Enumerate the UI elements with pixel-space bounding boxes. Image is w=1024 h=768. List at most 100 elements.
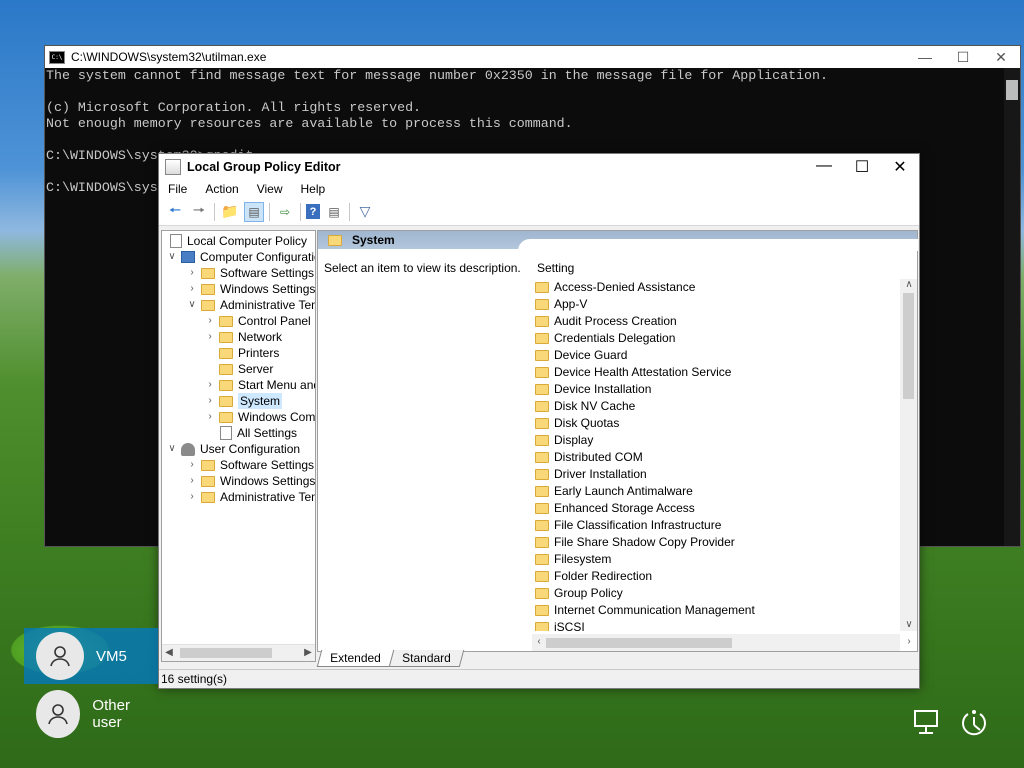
tree-item-windows-settings[interactable]: › Windows Settings (186, 281, 315, 297)
close-icon[interactable]: ✕ (881, 157, 919, 177)
list-item[interactable]: Enhanced Storage Access (532, 500, 917, 517)
list-item[interactable]: Group Policy (532, 585, 917, 602)
network-icon[interactable] (912, 708, 944, 738)
chevron-right-icon[interactable]: › (186, 281, 198, 297)
tree-item-control-panel[interactable]: › Control Panel (204, 313, 310, 329)
tree-item-computer-configuration[interactable]: ∨ Computer Configuration (166, 249, 315, 265)
tree-horizontal-scrollbar[interactable]: ◀ ▶ (162, 644, 315, 661)
list-item[interactable]: Driver Installation (532, 466, 917, 483)
help-icon[interactable]: ? (306, 204, 320, 219)
minimize-icon[interactable]: — (805, 157, 843, 177)
tree-item-administrative-templates[interactable]: ∨ Administrative Templates (186, 297, 315, 313)
tab-extended[interactable]: Extended (316, 650, 394, 667)
up-folder-icon[interactable]: 📁 (220, 202, 240, 222)
column-header-setting[interactable]: Setting (532, 253, 917, 279)
tree-item-user-software-settings[interactable]: › Software Settings (186, 457, 314, 473)
list-item-label: Access-Denied Assistance (554, 280, 696, 294)
list-item[interactable]: Credentials Delegation (532, 330, 917, 347)
list-item[interactable]: Display (532, 432, 917, 449)
back-arrow-icon[interactable]: 🠔 (165, 202, 185, 222)
tree-item-user-administrative-templates[interactable]: › Administrative Templates (186, 489, 315, 505)
cmd-scrollbar[interactable] (1004, 68, 1020, 546)
list-item[interactable]: File Classification Infrastructure (532, 517, 917, 534)
scroll-right-icon[interactable]: › (902, 634, 916, 650)
filter-icon[interactable]: ▽ (355, 202, 375, 222)
chevron-down-icon[interactable]: ∨ (166, 249, 178, 265)
tree-item-all-settings[interactable]: All Settings (204, 425, 297, 441)
folder-icon (201, 491, 215, 503)
tree-item-system[interactable]: › System (204, 393, 283, 409)
chevron-right-icon[interactable]: › (204, 313, 216, 329)
scroll-left-icon[interactable]: ‹ (532, 634, 546, 650)
list-item[interactable]: Early Launch Antimalware (532, 483, 917, 500)
menu-help[interactable]: Help (292, 182, 335, 196)
chevron-right-icon[interactable]: › (186, 473, 198, 489)
list-item[interactable]: Device Guard (532, 347, 917, 364)
chevron-down-icon[interactable]: ∨ (166, 441, 178, 457)
list-item[interactable]: Access-Denied Assistance (532, 279, 917, 296)
chevron-right-icon[interactable]: › (186, 457, 198, 473)
tree-item-user-configuration[interactable]: ∨ User Configuration (166, 441, 300, 457)
list-item[interactable]: Disk Quotas (532, 415, 917, 432)
tree-item-user-windows-settings[interactable]: › Windows Settings (186, 473, 315, 489)
tree-item-start-menu[interactable]: › Start Menu and Taskbar (204, 377, 315, 393)
user-name: VM5 (96, 647, 127, 665)
menu-file[interactable]: File (159, 182, 196, 196)
scroll-left-icon[interactable]: ◀ (162, 645, 176, 661)
properties-icon[interactable]: ▤ (324, 202, 344, 222)
list-item[interactable]: Distributed COM (532, 449, 917, 466)
list-item[interactable]: Audit Process Creation (532, 313, 917, 330)
forward-arrow-icon[interactable]: 🠖 (189, 202, 209, 222)
list-item[interactable]: App-V (532, 296, 917, 313)
chevron-right-icon[interactable]: › (204, 393, 216, 409)
gpe-titlebar[interactable]: Local Group Policy Editor — ☐ ✕ (159, 154, 919, 179)
chevron-right-icon[interactable]: › (186, 265, 198, 281)
list-item-label: Enhanced Storage Access (554, 501, 695, 515)
list-item-label: Disk NV Cache (554, 399, 636, 413)
menu-action[interactable]: Action (196, 182, 247, 196)
list-horizontal-scrollbar[interactable]: ‹ › (532, 634, 911, 651)
show-hide-tree-icon[interactable]: ▤ (244, 201, 264, 222)
close-icon[interactable]: ✕ (982, 49, 1020, 66)
folder-icon (535, 418, 549, 429)
scroll-up-icon[interactable]: ∧ (902, 277, 916, 293)
list-item[interactable]: iSCSI (532, 619, 917, 631)
folder-icon (201, 459, 215, 471)
tree-item-network[interactable]: › Network (204, 329, 282, 345)
list-item[interactable]: Device Health Attestation Service (532, 364, 917, 381)
folder-icon (535, 299, 549, 310)
tree-label: All Settings (237, 426, 298, 440)
chevron-right-icon[interactable]: › (204, 329, 216, 345)
list-item[interactable]: Folder Redirection (532, 568, 917, 585)
export-list-icon[interactable]: ⇨ (275, 202, 295, 222)
list-item[interactable]: Internet Communication Management (532, 602, 917, 619)
scroll-right-icon[interactable]: ▶ (301, 645, 315, 661)
chevron-right-icon[interactable]: › (204, 409, 216, 425)
user-tile-vm5[interactable]: VM5 (24, 628, 158, 684)
tab-standard[interactable]: Standard (388, 650, 464, 667)
cmd-titlebar[interactable]: C:\ C:\WINDOWS\system32\utilman.exe — ☐ … (45, 46, 1020, 68)
tree-item-windows-components[interactable]: › Windows Components (204, 409, 315, 425)
ease-of-access-icon[interactable] (958, 708, 990, 738)
menu-view[interactable]: View (248, 182, 292, 196)
tree-item-printers[interactable]: Printers (204, 345, 279, 361)
minimize-icon[interactable]: — (906, 49, 944, 66)
tree-item-local-computer-policy[interactable]: Local Computer Policy (166, 233, 307, 249)
chevron-down-icon[interactable]: ∨ (186, 297, 198, 313)
chevron-right-icon[interactable]: › (186, 489, 198, 505)
scroll-down-icon[interactable]: ∨ (902, 617, 916, 631)
list-item[interactable]: Disk NV Cache (532, 398, 917, 415)
list-item[interactable]: Filesystem (532, 551, 917, 568)
list-vertical-scrollbar[interactable]: ∧ ∨ (900, 279, 917, 631)
maximize-icon[interactable]: ☐ (843, 157, 881, 177)
tree-item-software-settings[interactable]: › Software Settings (186, 265, 314, 281)
chevron-right-icon[interactable]: › (204, 377, 216, 393)
user-tile-other-user[interactable]: Other user (24, 686, 158, 742)
list-item[interactable]: Device Installation (532, 381, 917, 398)
maximize-icon[interactable]: ☐ (944, 49, 982, 66)
cmd-title: C:\WINDOWS\system32\utilman.exe (71, 50, 267, 64)
list-item[interactable]: File Share Shadow Copy Provider (532, 534, 917, 551)
tree-item-server[interactable]: Server (204, 361, 273, 377)
list-item-label: Early Launch Antimalware (554, 484, 693, 498)
menu-bar: File Action View Help (159, 179, 919, 198)
